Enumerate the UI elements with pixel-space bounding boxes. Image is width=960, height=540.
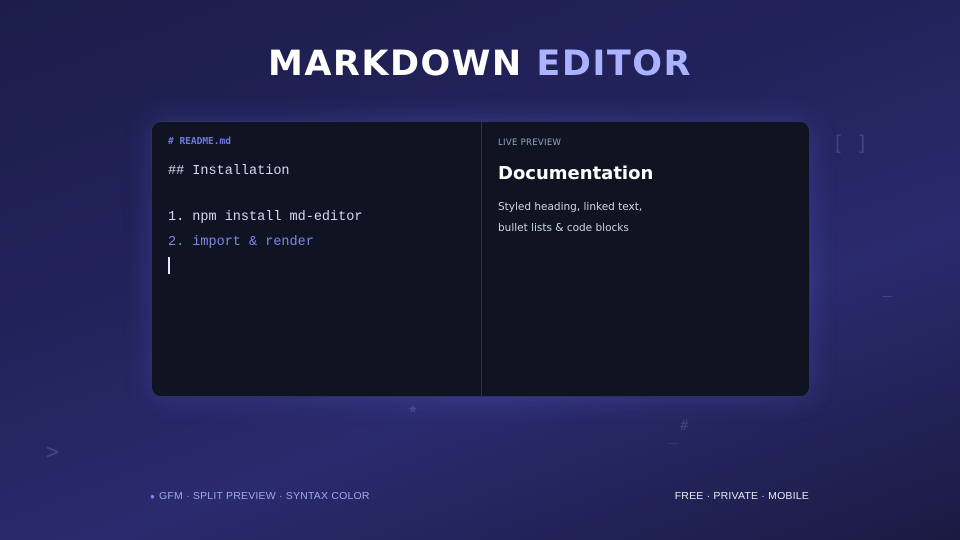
feature-tagline: ● GFM · SPLIT PREVIEW · SYNTAX COLOR (150, 490, 370, 502)
live-preview-label: LIVE PREVIEW (498, 138, 562, 148)
preview-text-line-1: Styled heading, linked text, (498, 201, 643, 213)
markdown-editor-pane[interactable]: # README.md ## Installation 1. npm insta… (152, 122, 481, 396)
title-accent: EDITOR (536, 44, 692, 84)
editor-card: # README.md ## Installation 1. npm insta… (151, 121, 810, 397)
file-name: # README.md (168, 136, 231, 147)
live-preview-pane: LIVE PREVIEW Documentation Styled headin… (482, 122, 809, 396)
title-main: MARKDOWN (268, 44, 523, 84)
code-line-heading[interactable]: ## Installation (168, 164, 290, 179)
hash-decoration: # (680, 418, 689, 434)
benefit-tagline: FREE · PRIVATE · MOBILE (674, 490, 809, 502)
feature-tagline-text: GFM · SPLIT PREVIEW · SYNTAX COLOR (159, 490, 370, 502)
preview-text-line-2: bullet lists & code blocks (498, 222, 629, 234)
page-title: MARKDOWN EDITOR (0, 44, 960, 84)
text-cursor (168, 257, 170, 274)
brackets-decoration: [ ] (832, 131, 869, 155)
bullet-dot-icon: ● (150, 492, 156, 501)
star-decoration: ★ (408, 398, 418, 417)
code-line-item-1[interactable]: 1. npm install md-editor (168, 210, 362, 225)
prompt-decoration: > (46, 440, 60, 465)
code-line-item-2[interactable]: 2. import & render (168, 235, 314, 250)
dash-decoration: — (882, 286, 892, 305)
underscore-decoration: _ (669, 428, 678, 444)
preview-heading: Documentation (498, 163, 654, 184)
